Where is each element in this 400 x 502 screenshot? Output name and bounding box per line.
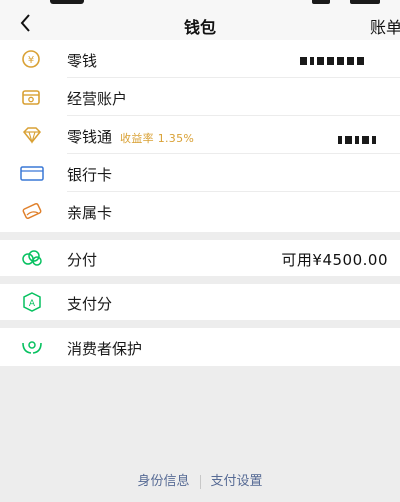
fenfu-group: 分付 可用¥4500.00: [0, 240, 400, 276]
masked-balance: [338, 136, 376, 144]
menu-item-label: 支付分: [67, 295, 113, 313]
battery-icon: [350, 0, 380, 4]
menu-item-lingqiantong[interactable]: 零钱通 收益率 1.35%: [0, 116, 400, 154]
pay-score-group: A 支付分: [0, 284, 400, 320]
menu-item-label: 分付: [67, 251, 98, 269]
svg-text:A: A: [29, 299, 36, 309]
menu-item-fenfu[interactable]: 分付 可用¥4500.00: [0, 239, 400, 277]
menu-item-change[interactable]: ¥ 零钱: [0, 40, 400, 78]
page-title: 钱包: [183, 18, 216, 37]
menu-item-consumer-protection[interactable]: 消费者保护: [0, 328, 400, 366]
divider: [199, 474, 201, 489]
menu-item-business-account[interactable]: 经营账户: [0, 78, 400, 116]
masked-balance: [300, 57, 364, 65]
business-account-icon: [20, 87, 46, 107]
menu-item-label: 银行卡: [67, 166, 113, 184]
status-time: [50, 0, 84, 4]
bill-link[interactable]: 账单: [370, 14, 400, 38]
lingqiantong-label: 零钱通: [67, 128, 113, 146]
menu-item-label: 零钱: [67, 52, 98, 70]
consumer-protection-group: 消费者保护: [0, 328, 400, 366]
nav-header: 钱包 账单: [0, 6, 400, 40]
wallet-main-group: ¥ 零钱 经营账户 零钱通 收益率 1.35% 银行卡 亲属卡: [0, 40, 400, 232]
family-card-icon: [20, 201, 46, 221]
fenfu-cloud-icon: [20, 248, 46, 268]
yuan-coin-icon: ¥: [20, 49, 46, 69]
footer-links: 身份信息 支付设置: [0, 470, 400, 489]
fenfu-available: 可用¥4500.00: [281, 251, 388, 269]
pay-settings-link[interactable]: 支付设置: [211, 470, 263, 489]
menu-item-pay-score[interactable]: A 支付分: [0, 283, 400, 321]
yield-rate: 收益率 1.35%: [120, 132, 195, 145]
menu-item-label: 零钱通 收益率 1.35%: [67, 126, 194, 147]
svg-text:¥: ¥: [28, 55, 34, 66]
bank-card-icon: [20, 163, 46, 183]
menu-item-label: 消费者保护: [67, 340, 143, 358]
menu-item-label: 亲属卡: [67, 204, 113, 222]
hands-protect-icon: [20, 337, 46, 357]
menu-item-label: 经营账户: [67, 90, 128, 108]
pay-score-icon: A: [20, 292, 46, 312]
menu-item-bank-card[interactable]: 银行卡: [0, 154, 400, 192]
menu-item-family-card[interactable]: 亲属卡: [0, 192, 400, 230]
identity-info-link[interactable]: 身份信息: [137, 470, 189, 489]
diamond-icon: [20, 125, 46, 145]
signal-icon: [312, 0, 330, 4]
